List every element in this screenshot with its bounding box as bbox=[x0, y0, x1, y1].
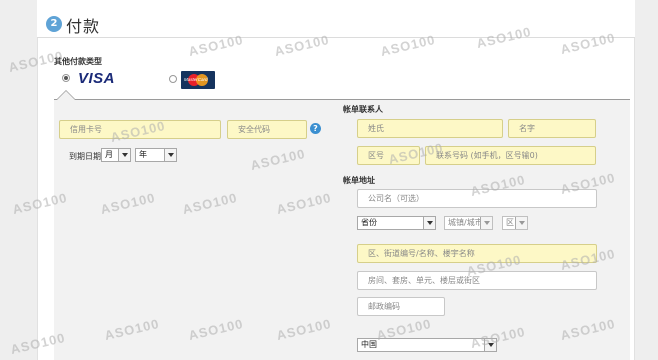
expiry-month-select[interactable]: 月 bbox=[101, 148, 131, 162]
chevron-down-icon bbox=[423, 217, 435, 229]
visa-radio[interactable] bbox=[62, 74, 70, 82]
expiry-month-value: 月 bbox=[105, 150, 113, 159]
country-value: 中国 bbox=[361, 340, 377, 349]
billing-contact-title: 帐单联系人 bbox=[343, 105, 383, 114]
expiry-date-label: 到期日期 bbox=[69, 152, 101, 161]
postcode-input[interactable]: 邮政编码 bbox=[357, 297, 445, 316]
visa-logo[interactable]: VISA bbox=[78, 70, 115, 87]
page-title: 付款 bbox=[66, 17, 101, 36]
mastercard-logo[interactable]: MasterCard bbox=[181, 71, 215, 89]
chevron-down-icon bbox=[515, 217, 527, 229]
mastercard-radio[interactable] bbox=[169, 75, 177, 83]
payment-header bbox=[37, 0, 635, 38]
district-value: 区 bbox=[506, 218, 514, 227]
last-name-input[interactable]: 姓氏 bbox=[357, 119, 503, 138]
first-name-input[interactable]: 名字 bbox=[508, 119, 596, 138]
city-select[interactable]: 城镇/城市 bbox=[444, 216, 493, 230]
billing-address-title: 帐单地址 bbox=[343, 176, 375, 185]
province-select[interactable]: 省份 bbox=[357, 216, 436, 230]
step-number-badge: 2 bbox=[46, 16, 62, 32]
chevron-down-icon bbox=[164, 149, 176, 161]
chevron-down-icon bbox=[118, 149, 130, 161]
tab-pointer-fill bbox=[57, 91, 75, 100]
province-value: 省份 bbox=[361, 218, 377, 227]
expiry-year-select[interactable]: 年 bbox=[135, 148, 177, 162]
phone-number-input[interactable]: 联系号码 (如手机，区号输0) bbox=[425, 146, 596, 165]
city-value: 城镇/城市 bbox=[448, 218, 483, 227]
security-code-input[interactable]: 安全代码 bbox=[227, 120, 307, 139]
help-icon[interactable]: ? bbox=[310, 123, 321, 134]
mastercard-label: MasterCard bbox=[184, 77, 208, 82]
expiry-year-value: 年 bbox=[139, 150, 147, 159]
chevron-down-icon bbox=[480, 217, 492, 229]
district-select[interactable]: 区 bbox=[502, 216, 528, 230]
